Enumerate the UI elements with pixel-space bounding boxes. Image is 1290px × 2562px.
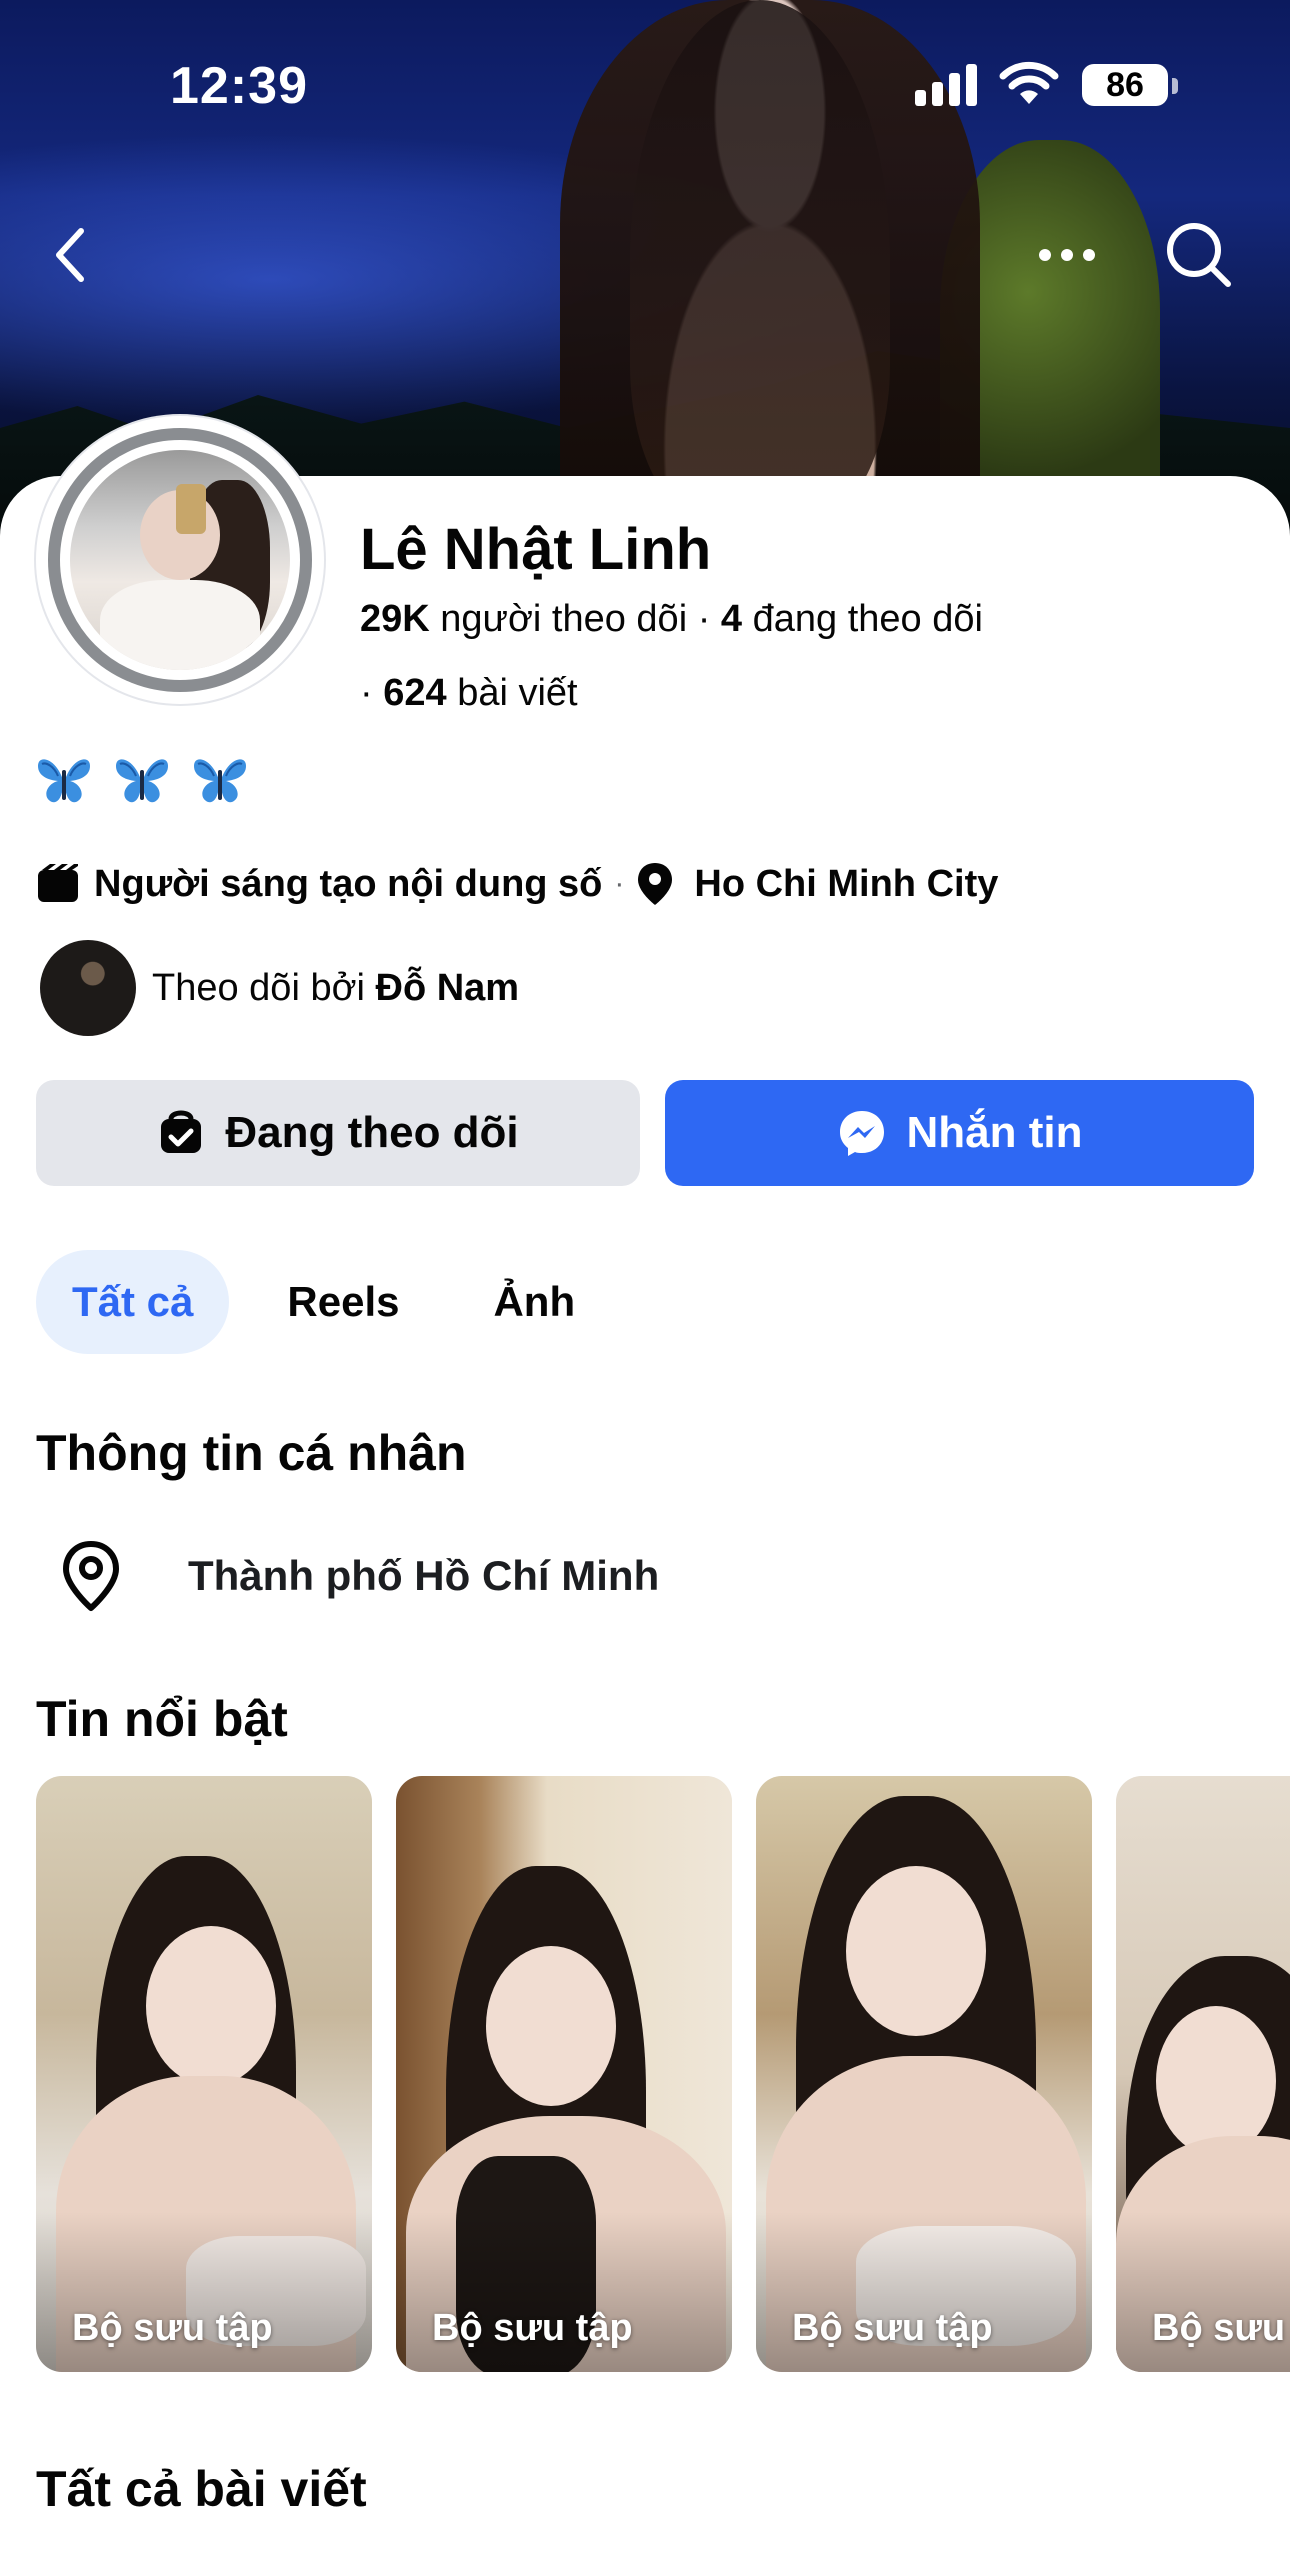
messenger-icon [839,1111,884,1156]
meta-separator: · [614,867,625,900]
following-count: 4 [720,598,743,640]
location-pin-icon [638,863,673,905]
personal-info-title: Thông tin cá nhân [36,1425,467,1481]
message-button-label: Nhắn tin [906,1108,1083,1157]
following-check-icon [161,1110,202,1153]
back-button[interactable] [36,220,106,290]
info-location-row: Thành phố Hồ Chí Minh [60,1540,659,1612]
followed-by-prefix: Theo dõi bởi [152,966,365,1009]
profile-name: Lê Nhật Linh [360,517,712,582]
profile-avatar[interactable] [36,416,324,704]
creator-category: Người sáng tạo nội dung số [94,862,603,905]
profile-tabs: Tất cả Reels Ảnh [36,1250,611,1354]
status-time: 12:39 [170,57,308,115]
following-button-label: Đang theo dõi [225,1108,519,1157]
followed-by-name: Đỗ Nam [375,966,520,1009]
location-pin-outline-icon [63,1541,119,1611]
posts-label: bài viết [457,672,578,714]
following-button[interactable]: Đang theo dõi [36,1080,640,1186]
followed-by[interactable]: Theo dõi bởi Đỗ Nam [40,940,519,1036]
post-stats: · 624 bài viết [360,672,578,715]
search-button[interactable] [1164,220,1234,290]
butterfly-icon [116,759,168,803]
more-dots-icon [1039,249,1095,261]
mutual-friend-avatar [40,940,136,1036]
info-location-text: Thành phố Hồ Chí Minh [188,1552,660,1599]
following-label: đang theo dõi [752,598,983,640]
highlight-label: Bộ sưu tập [792,2307,993,2349]
highlights-title: Tin nổi bật [36,1691,288,1747]
battery-indicator: 86 [1082,64,1168,106]
highlight-item[interactable]: Bộ sưu tập [396,1776,732,2372]
butterfly-icon [38,759,90,803]
city-label: Ho Chi Minh City [694,862,999,905]
posts-count: 624 [383,672,447,714]
follow-stats[interactable]: 29K người theo dõi · 4 đang theo dõi [360,598,983,641]
stats-separator: · [697,598,721,640]
message-button[interactable]: Nhắn tin [665,1080,1254,1186]
highlight-label: Bộ sưu [1152,2307,1286,2349]
highlight-label: Bộ sưu tập [432,2307,633,2349]
battery-level: 86 [1106,65,1144,104]
status-bar: 12:39 86 [0,0,1290,170]
bio [36,754,248,806]
highlight-item[interactable]: Bộ sưu tập [756,1776,1092,2372]
stats-separator: · [360,672,384,714]
chevron-left-icon [56,228,84,282]
avatar-photo [70,450,290,670]
search-icon [1167,223,1231,287]
followers-count: 29K [360,598,430,640]
all-posts-title: Tất cả bài viết [36,2461,367,2517]
followed-by-text: Theo dõi bởi Đỗ Nam [152,967,519,1010]
wifi-icon [999,61,1059,104]
highlight-item[interactable]: Bộ sưu tập [36,1776,372,2372]
butterfly-icon [194,759,246,803]
followers-label: người theo dõi [440,598,688,640]
tab-reels[interactable]: Reels [251,1250,435,1354]
clapperboard-icon [38,864,78,902]
highlight-item[interactable]: Bộ sưu [1116,1776,1290,2372]
tab-photos[interactable]: Ảnh [457,1250,611,1354]
highlight-label: Bộ sưu tập [72,2307,273,2349]
battery-tip [1172,78,1178,94]
more-options-button[interactable] [1032,220,1102,290]
profile-meta: Người sáng tạo nội dung số · Ho Chi Minh… [36,856,998,912]
tab-all[interactable]: Tất cả [36,1250,230,1354]
cellular-signal-icon [915,62,977,106]
highlights-carousel[interactable]: Bộ sưu tập Bộ sưu tập Bộ sưu tập Bộ sưu [36,1776,1290,2372]
